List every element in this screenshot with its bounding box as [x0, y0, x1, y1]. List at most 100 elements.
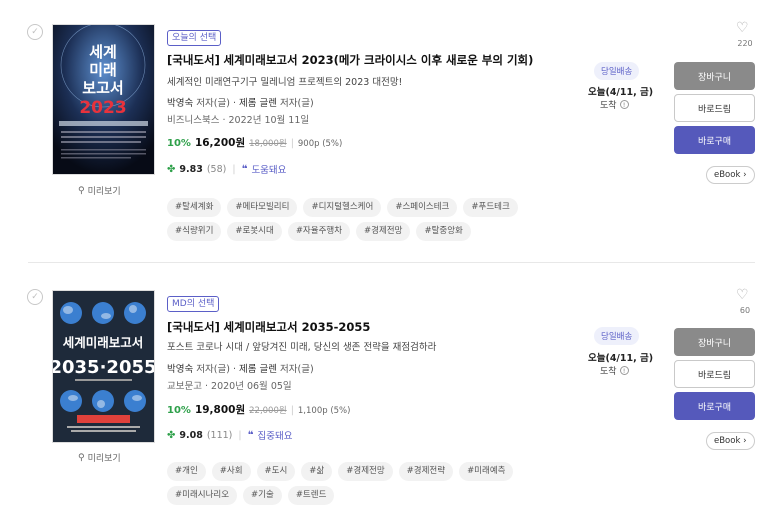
book-subtitle: 포스트 코로나 시대 / 앞당겨진 미래, 당신의 생존 전략을 재점검하라 — [167, 342, 437, 353]
pick-badge: MD의 선택 — [167, 296, 220, 312]
rating-score: 9.08 — [179, 429, 203, 441]
info-icon[interactable]: ! — [619, 100, 629, 109]
rating-score: 9.83 — [179, 163, 203, 175]
review-count: (58) — [206, 163, 227, 175]
tag[interactable]: #경제전망 — [338, 462, 393, 481]
like-count: 60 — [739, 306, 751, 315]
review-keyword: 집중돼요 — [257, 431, 293, 442]
tag[interactable]: #삶 — [301, 462, 333, 481]
like-count: 220 — [737, 39, 753, 48]
svg-text:보고서: 보고서 — [82, 79, 123, 97]
tag[interactable]: #경제전망 — [356, 222, 411, 241]
original-price: 22,000원 — [249, 406, 287, 416]
arrival-label: 도착 ! — [600, 364, 629, 377]
points: 1,100p (5%) — [297, 406, 351, 416]
author-name[interactable]: 박영숙 — [167, 98, 193, 109]
tag-list: #개인 #사회 #도시 #삶 #경제전망 #경제전략 #미래예측 #미래시나리오… — [167, 462, 527, 505]
product-item: ✓ 세계 미래 보고서 2023 ⚲ 미리보기 오늘의 선택 [국내도서] 세계… — [0, 0, 773, 262]
tag[interactable]: #메타모빌리티 — [227, 198, 298, 217]
arrival-date: 오늘(4/11, 금) — [588, 87, 654, 98]
cover-title: 세계미래보고서 — [63, 335, 144, 350]
book-title[interactable]: [국내도서] 세계미래보고서 2035-2055 — [167, 319, 370, 335]
pickup-button[interactable]: 바로드림 — [674, 360, 755, 388]
pub-date: 2022년 10월 11일 — [228, 115, 310, 126]
rating-line[interactable]: ✤ 9.83 (58) | ❝ 도움돼요 — [167, 162, 287, 177]
price-line: 10% 16,200원 18,000원 | 900p (5%) — [167, 137, 343, 149]
tag[interactable]: #식량위기 — [167, 222, 222, 241]
pick-badge: 오늘의 선택 — [167, 30, 222, 46]
tag[interactable]: #도시 — [256, 462, 296, 481]
search-icon: ⚲ — [78, 452, 85, 463]
author-line: 박영숙 저자(글) · 제롬 글렌 저자(글) — [167, 364, 314, 375]
book-subtitle: 세계적인 미래연구기구 밀레니엄 프로젝트의 2023 대전망! — [167, 77, 403, 88]
tag[interactable]: #경제전략 — [398, 462, 454, 481]
check-icon: ✓ — [31, 292, 39, 302]
preview-link[interactable]: ⚲ 미리보기 — [78, 184, 121, 198]
author-name[interactable]: 제롬 글렌 — [239, 98, 277, 109]
cart-button[interactable]: 장바구니 — [674, 62, 755, 90]
sale-price: 19,800원 — [194, 404, 246, 416]
points: 900p (5%) — [297, 139, 343, 149]
cover-year: 2023 — [79, 98, 126, 118]
quote-icon: ❝ — [247, 429, 254, 441]
clover-icon: ✤ — [167, 163, 176, 175]
buy-now-button[interactable]: 바로구매 — [674, 126, 755, 154]
publisher-line: 비즈니스북스 · 2022년 10월 11일 — [167, 115, 310, 126]
review-count: (111) — [206, 429, 233, 441]
publisher[interactable]: 교보문고 — [167, 381, 202, 392]
tag-list: #탈세계화 #메타모빌리티 #디지털헬스케어 #스페이스테크 #푸드테크 #식량… — [167, 198, 527, 241]
tag[interactable]: #기술 — [243, 486, 282, 505]
publisher-line: 교보문고 · 2020년 06월 05일 — [167, 381, 292, 392]
price-line: 10% 19,800원 22,000원 | 1,100p (5%) — [167, 404, 351, 416]
product-item: ✓ 세계미래보고서 2035·2055 ⚲ 미리보기 MD의 선택 [국내도서]… — [0, 263, 773, 514]
tag[interactable]: #자율주행차 — [287, 222, 351, 241]
tag[interactable]: #개인 — [167, 462, 206, 481]
tag[interactable]: #미래시나리오 — [167, 486, 238, 505]
tag[interactable]: #탈세계화 — [167, 198, 222, 217]
svg-text:미래: 미래 — [89, 61, 117, 79]
arrival-date: 오늘(4/11, 금) — [588, 353, 654, 364]
tag[interactable]: #로봇시대 — [227, 222, 282, 241]
author-name[interactable]: 박영숙 — [167, 364, 193, 375]
cart-button[interactable]: 장바구니 — [674, 328, 755, 356]
book-cover[interactable]: 세계미래보고서 2035·2055 — [52, 290, 155, 443]
book-cover[interactable]: 세계 미래 보고서 2023 — [52, 24, 155, 175]
cover-year: 2035·2055 — [53, 357, 154, 378]
sale-price: 16,200원 — [194, 137, 246, 149]
chevron-right-icon: › — [743, 170, 747, 180]
tag[interactable]: #디지털헬스케어 — [303, 198, 382, 217]
pickup-button[interactable]: 바로드림 — [674, 94, 755, 122]
chevron-right-icon: › — [743, 436, 747, 446]
select-checkbox[interactable]: ✓ — [27, 24, 43, 40]
buy-now-button[interactable]: 바로구매 — [674, 392, 755, 420]
tag[interactable]: #스페이스테크 — [387, 198, 458, 217]
preview-link[interactable]: ⚲ 미리보기 — [78, 451, 121, 465]
publisher[interactable]: 비즈니스북스 — [167, 115, 219, 126]
search-icon: ⚲ — [78, 185, 85, 196]
book-title[interactable]: [국내도서] 세계미래보고서 2023(메가 크라이시스 이후 새로운 부의 기… — [167, 52, 533, 68]
rating-line[interactable]: ✤ 9.08 (111) | ❝ 집중돼요 — [167, 428, 293, 443]
tag[interactable]: #탈중앙화 — [416, 222, 471, 241]
cover-title: 세계 — [89, 43, 117, 61]
clover-icon: ✤ — [167, 429, 176, 441]
pub-date: 2020년 06월 05일 — [211, 381, 292, 392]
author-name[interactable]: 제롬 글렌 — [239, 364, 277, 375]
tag[interactable]: #사회 — [211, 462, 251, 481]
review-keyword: 도움돼요 — [251, 165, 287, 176]
quote-icon: ❝ — [241, 163, 248, 175]
tag[interactable]: #트렌드 — [287, 486, 335, 505]
select-checkbox[interactable]: ✓ — [27, 289, 43, 305]
ebook-button[interactable]: eBook › — [706, 166, 755, 184]
arrival-label: 도착 ! — [600, 98, 629, 111]
info-icon[interactable]: ! — [619, 366, 629, 375]
shipping-badge: 당일배송 — [594, 327, 640, 345]
tag[interactable]: #미래예측 — [459, 462, 514, 481]
discount-rate: 10% — [167, 405, 191, 416]
ebook-button[interactable]: eBook › — [706, 432, 755, 450]
heart-icon[interactable]: ♡ — [736, 287, 749, 303]
heart-icon[interactable]: ♡ — [736, 20, 749, 36]
shipping-badge: 당일배송 — [594, 62, 640, 80]
original-price: 18,000원 — [249, 139, 287, 149]
tag[interactable]: #푸드테크 — [463, 198, 518, 217]
check-icon: ✓ — [31, 27, 39, 37]
